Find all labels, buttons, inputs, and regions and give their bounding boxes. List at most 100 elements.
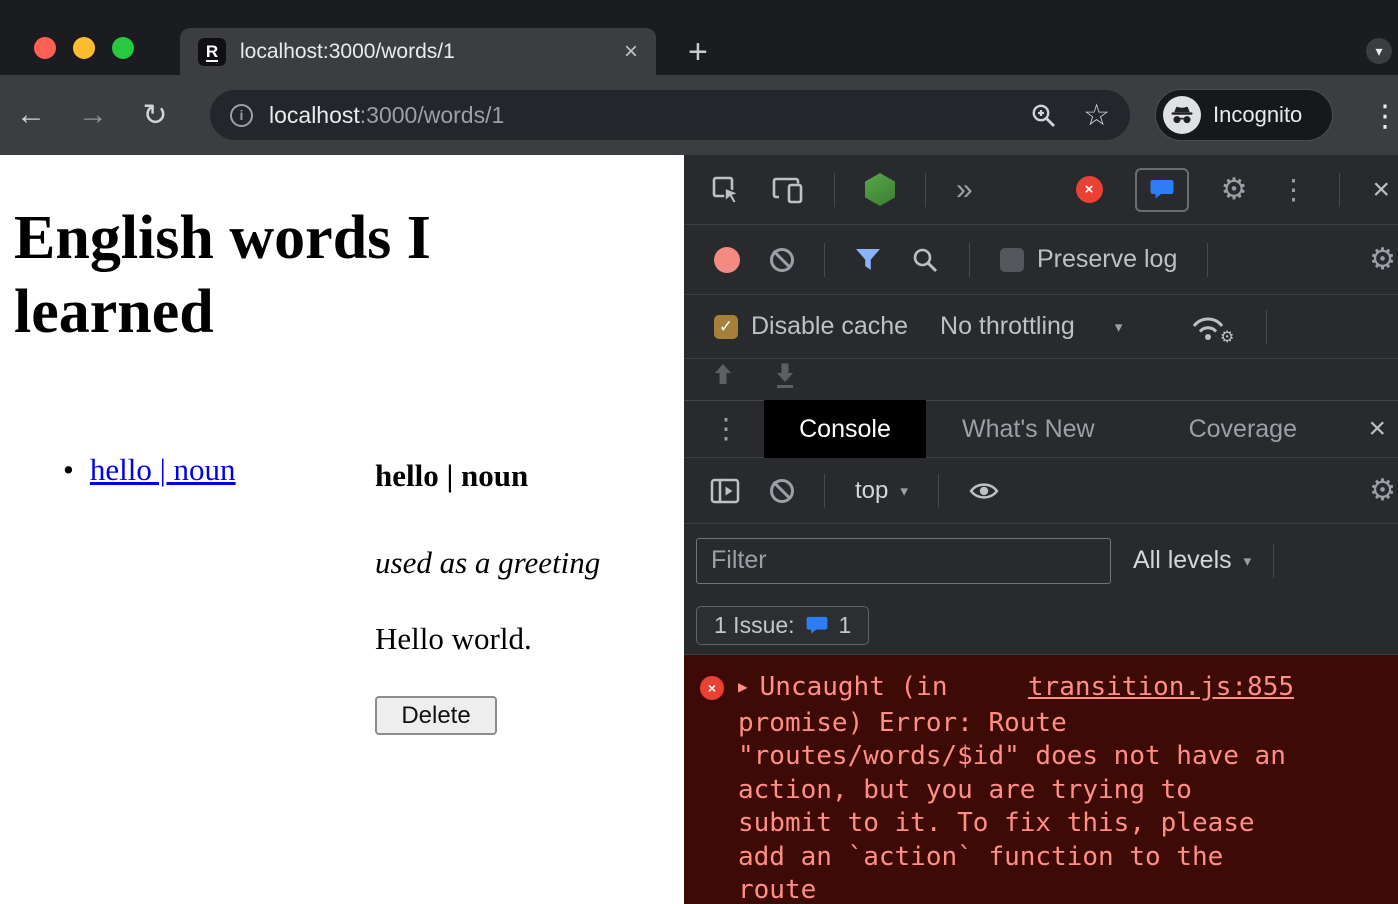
word-detail-title: hello | noun xyxy=(375,458,528,494)
console-settings-icon[interactable]: ⚙ xyxy=(1369,476,1396,506)
device-toolbar-icon[interactable] xyxy=(772,175,804,205)
har-import-export-bar xyxy=(684,359,1398,400)
network-conditions-bar: ✓ Disable cache No throttling ▾ ⚙ xyxy=(684,295,1398,359)
window-zoom-button[interactable] xyxy=(112,37,134,59)
network-settings-icon[interactable]: ⚙ xyxy=(1369,245,1396,275)
tab-title: localhost:3000/words/1 xyxy=(240,40,624,64)
error-source-link[interactable]: transition.js:855 xyxy=(1028,671,1294,705)
browser-tab-strip: R localhost:3000/words/1 × + ▾ xyxy=(0,0,1398,75)
inspect-element-icon[interactable] xyxy=(710,174,742,206)
check-icon: ✓ xyxy=(719,317,733,337)
url-text: localhost:3000/words/1 xyxy=(269,102,1030,129)
word-link[interactable]: hello | noun xyxy=(90,452,236,488)
error-count-icon[interactable]: × xyxy=(1076,176,1103,203)
console-error-row: × transition.js:855 ▶Uncaught (in promis… xyxy=(684,655,1398,904)
browser-toolbar: ← → ↻ i localhost:3000/words/1 ☆ xyxy=(0,75,1398,155)
divider xyxy=(1266,310,1267,344)
log-levels-value: All levels xyxy=(1133,546,1232,575)
error-message-text: Uncaught (in promise) Error: Route "rout… xyxy=(738,672,1286,904)
tab-whats-new[interactable]: What's New xyxy=(926,415,1131,444)
throttling-value: No throttling xyxy=(940,312,1075,341)
mini-gear-icon: ⚙ xyxy=(1220,327,1234,347)
issues-panel-button[interactable] xyxy=(1135,168,1189,212)
devtools-panel: » × ⚙ ⋮ × xyxy=(684,155,1398,904)
network-search-icon[interactable] xyxy=(911,246,939,274)
preserve-log-toggle[interactable]: Preserve log xyxy=(1000,245,1177,274)
context-value: top xyxy=(855,477,888,505)
page-title: English words I learned xyxy=(14,201,574,349)
list-bullet: • xyxy=(63,452,74,488)
divider xyxy=(824,243,825,277)
incognito-icon xyxy=(1163,96,1201,134)
zoom-icon[interactable] xyxy=(1030,102,1057,129)
tab-close-icon[interactable]: × xyxy=(624,40,638,64)
console-sidebar-icon[interactable] xyxy=(710,478,740,504)
reload-button[interactable]: ↻ xyxy=(124,98,186,133)
url-path: :3000/words/1 xyxy=(360,102,504,128)
browser-menu-icon[interactable]: ⋮ xyxy=(1370,99,1398,134)
incognito-badge[interactable]: Incognito xyxy=(1155,89,1333,141)
browser-tab[interactable]: R localhost:3000/words/1 × xyxy=(180,28,656,75)
divider xyxy=(1207,243,1208,277)
import-har-icon[interactable] xyxy=(714,363,732,387)
error-icon: × xyxy=(700,676,724,700)
speech-bubble-icon xyxy=(806,616,828,635)
back-button[interactable]: ← xyxy=(0,98,62,132)
console-filter-input[interactable] xyxy=(696,538,1111,584)
incognito-label: Incognito xyxy=(1213,102,1302,128)
export-har-icon[interactable] xyxy=(776,363,794,389)
devtools-settings-icon[interactable]: ⚙ xyxy=(1221,175,1248,205)
devtools-toolbar-right: × ⚙ ⋮ × xyxy=(1076,168,1390,212)
expand-triangle-icon[interactable]: ▶ xyxy=(738,670,748,704)
remix-favicon: R xyxy=(198,38,226,66)
speech-bubble-icon xyxy=(1150,179,1174,200)
tab-coverage[interactable]: Coverage xyxy=(1153,415,1333,444)
chevron-down-icon: ▾ xyxy=(1375,43,1382,60)
new-tab-button[interactable]: + xyxy=(688,33,708,72)
divider xyxy=(1273,544,1274,578)
devtools-menu-icon[interactable]: ⋮ xyxy=(1279,176,1307,204)
record-network-icon[interactable] xyxy=(714,247,740,273)
network-toolbar: Preserve log ⚙ xyxy=(684,225,1398,295)
bookmark-star-icon[interactable]: ☆ xyxy=(1083,98,1110,133)
network-conditions-icon[interactable]: ⚙ xyxy=(1190,313,1226,341)
network-filter-icon[interactable] xyxy=(855,248,881,272)
drawer-menu-icon[interactable]: ⋮ xyxy=(712,415,740,443)
forward-button[interactable]: → xyxy=(62,98,124,132)
tab-search-button[interactable]: ▾ xyxy=(1366,38,1392,64)
screen: R localhost:3000/words/1 × + ▾ ← → ↻ i l… xyxy=(0,0,1398,904)
disable-cache-checkbox[interactable]: ✓ xyxy=(714,315,738,339)
issues-chip[interactable]: 1 Issue: 1 xyxy=(696,606,869,645)
devtools-close-icon[interactable]: × xyxy=(1372,175,1390,205)
console-filter-bar: All levels ▾ xyxy=(684,524,1398,597)
throttling-select[interactable]: No throttling ▾ xyxy=(940,312,1122,341)
devtools-main-toolbar: » × ⚙ ⋮ × xyxy=(684,155,1398,225)
log-levels-select[interactable]: All levels ▾ xyxy=(1133,546,1251,575)
disable-cache-toggle[interactable]: ✓ Disable cache xyxy=(714,312,908,341)
divider xyxy=(1339,173,1340,207)
word-definition: used as a greeting xyxy=(375,545,600,581)
issues-count: 1 xyxy=(839,612,852,639)
issues-label: 1 Issue: xyxy=(714,612,795,639)
divider xyxy=(938,474,939,508)
tab-console[interactable]: Console xyxy=(764,400,926,458)
drawer-close-icon[interactable]: × xyxy=(1368,414,1386,444)
context-select[interactable]: top ▾ xyxy=(855,477,908,505)
preserve-log-label: Preserve log xyxy=(1037,245,1177,274)
window-close-button[interactable] xyxy=(34,37,56,59)
site-info-icon[interactable]: i xyxy=(230,104,253,127)
clear-network-icon[interactable] xyxy=(770,248,794,272)
address-bar[interactable]: i localhost:3000/words/1 ☆ xyxy=(210,90,1130,140)
preserve-log-checkbox[interactable] xyxy=(1000,248,1024,272)
live-expression-eye-icon[interactable] xyxy=(969,480,999,502)
window-minimize-button[interactable] xyxy=(73,37,95,59)
url-host: localhost xyxy=(269,102,360,128)
delete-button[interactable]: Delete xyxy=(375,696,497,735)
web-page: English words I learned • hello | noun h… xyxy=(0,155,684,904)
more-panels-icon[interactable]: » xyxy=(956,173,973,207)
caret-down-icon: ▾ xyxy=(1115,318,1123,336)
clear-console-icon[interactable] xyxy=(770,479,794,503)
console-issues-bar: 1 Issue: 1 xyxy=(684,597,1398,655)
node-extension-icon[interactable] xyxy=(865,173,895,206)
drawer-tab-bar: ⋮ Console What's New Coverage × xyxy=(684,400,1398,458)
